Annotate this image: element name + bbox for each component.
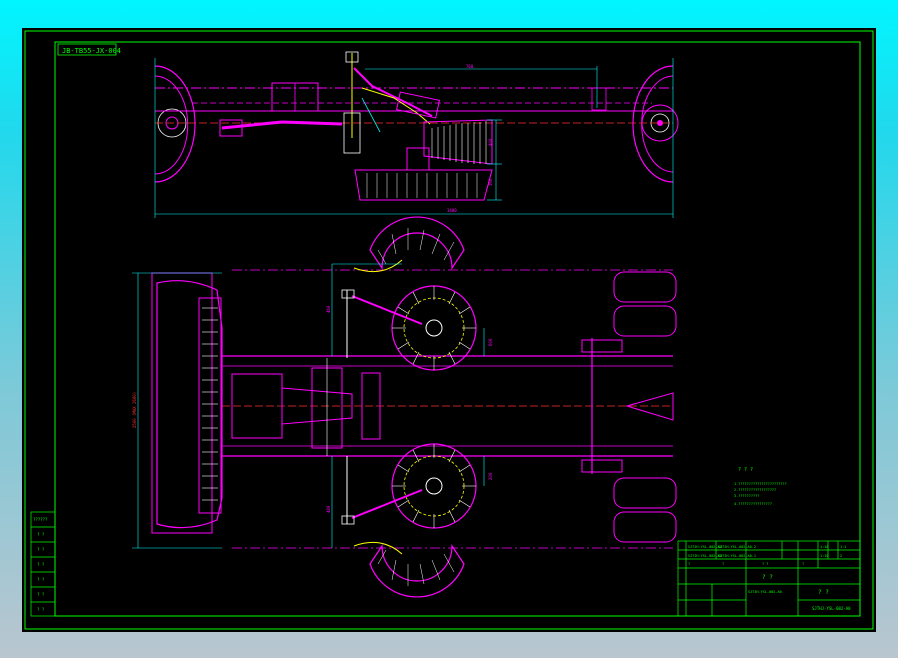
revision-row-7: ? ? [37, 607, 45, 612]
rear-dual-tyres [613, 271, 677, 543]
brush-swing-arms [341, 259, 423, 555]
revision-row-6: ? ? [37, 592, 45, 597]
tb-title-cn: ? ? [762, 574, 773, 581]
dim-right-lower: 160 [488, 178, 493, 186]
side-elevation-view: 760 3400 400 160 [154, 51, 679, 218]
tb-drawing-no: SJTHJ-YSL-002-A0 [812, 606, 851, 611]
tb-row2-mid: SJTJH-YSL-002-A0.1 [718, 554, 756, 558]
tb-header-1: ? [688, 562, 690, 566]
dim-right-upper: 400 [488, 138, 493, 146]
technical-notes: ? ? ? 1.??????????????????????? 2.??????… [734, 467, 787, 506]
note-line-1: 1.??????????????????????? [734, 482, 787, 486]
tb-scale-1: 1:10 [820, 545, 828, 549]
revision-row-2: ? ? [37, 532, 45, 537]
radiator-grille [198, 297, 222, 514]
notes-heading: ? ? ? [738, 467, 753, 473]
note-line-4: 4.???????????????? [734, 502, 772, 506]
upper-fan-brush [369, 216, 465, 270]
revision-row-3: ? ? [37, 547, 45, 552]
tb-assembly-label: SJTJH-YSL-002-A0 [748, 590, 782, 594]
tb-scale-2: 1:10 [820, 554, 828, 558]
front-left-wheel [154, 65, 196, 183]
sweeper-arm-side [343, 51, 441, 154]
cad-drawing-sheet: JB-TB55-JX-004 760 3400 400 160 2500 (MA… [22, 28, 876, 632]
revision-row-5: ? ? [37, 577, 45, 582]
lower-fan-brush [369, 544, 465, 598]
side-dimensions [154, 58, 674, 218]
note-line-2: 2.?????????????????? [734, 488, 776, 492]
dim-plan-upper-a: 460 [326, 305, 331, 313]
rear-right-wheel [632, 65, 679, 183]
tb-scale-3: 1:1 [840, 545, 846, 549]
code-tag: JB-TB55-JX-004 [57, 43, 121, 56]
svg-text:JB-TB55-JX-004: JB-TB55-JX-004 [62, 47, 121, 55]
note-line-3: 3.?????????? [734, 494, 759, 498]
dim-overall-width: 3400 [447, 208, 457, 213]
dim-plan-left: 2500 (MAX 2600) [132, 392, 137, 428]
lower-disc-brush [391, 443, 477, 529]
tb-part-name: ? ? [818, 589, 829, 596]
tb-header-4: ? [802, 562, 804, 566]
dim-plan-lower-a: 480 [326, 505, 331, 513]
dim-plan-lower-b: 200 [488, 472, 493, 480]
plan-view: 2500 (MAX 2600) 460 600 480 200 [132, 216, 677, 598]
tb-row1-mid: SJTJH-YSL-002-A0.2 [718, 545, 756, 549]
dim-top-span: 760 [466, 64, 474, 69]
dim-plan-upper-b: 600 [488, 338, 493, 346]
cad-canvas: JB-TB55-JX-004 760 3400 400 160 2500 (MA… [24, 30, 874, 630]
tb-sheet-no: 2 [840, 554, 842, 558]
tb-row1-left: SJTJH-YSL-002-A0 [688, 545, 722, 549]
upper-disc-brush [391, 285, 477, 371]
tb-header-2: ? [722, 562, 724, 566]
tb-row2-left: SJTJH-YSL-002-A0 [688, 554, 722, 558]
revision-row-4: ? ? [37, 562, 45, 567]
side-brush-bristles [423, 119, 493, 165]
revision-row-1: ?????? [33, 517, 48, 522]
tb-header-3: ? ? [762, 562, 768, 566]
